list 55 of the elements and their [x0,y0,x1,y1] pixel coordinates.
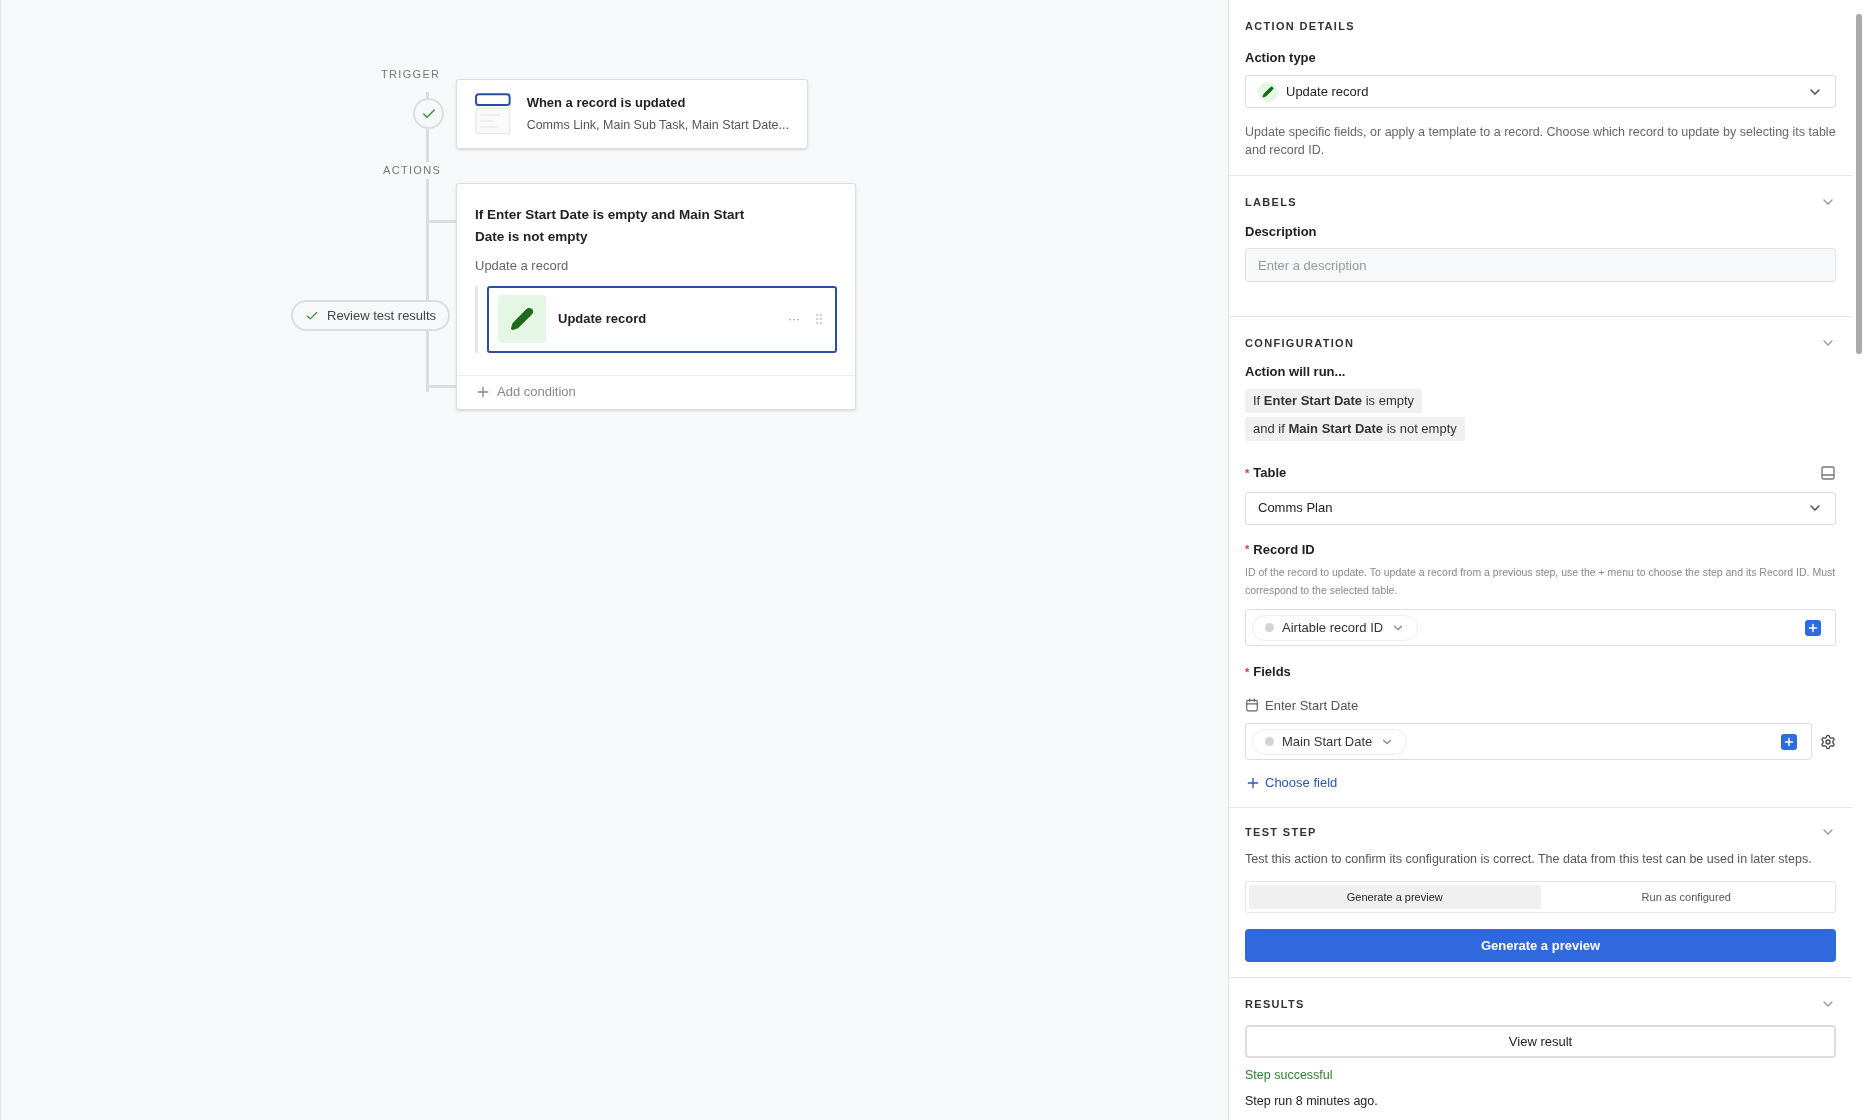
review-test-results-button[interactable]: Review test results [291,300,451,331]
table-select[interactable]: Comms Plan [1245,491,1836,525]
generate-preview-button[interactable]: Generate a preview [1245,928,1836,962]
pencil-icon [498,295,546,343]
section-heading: CONFIGURATION [1245,336,1355,351]
mode-tab[interactable]: Run as configured [1540,884,1832,909]
trigger-card[interactable]: When a record is updated Comms Link, Main Sub Task, Main Start Date... [456,79,808,149]
trigger-title: When a record is updated [526,93,687,112]
section-heading: TEST STEP [1245,824,1317,840]
field-value-input[interactable]: Main Start Date [1245,723,1812,760]
section-heading: ACTION DETAILS [1245,19,1355,34]
field-name: Enter Start Date [1265,696,1359,715]
expand-icon[interactable] [1820,464,1836,481]
required-mark: * [1245,664,1250,680]
field-label: Table [1253,464,1287,482]
trigger-subtitle: Comms Link, Main Sub Task, Main Start Date... [526,117,789,135]
action-step-label: Update record [558,310,648,329]
pencil-icon [1258,81,1278,102]
view-result-button[interactable]: View result [1245,1025,1836,1059]
test-step-description: Test this action to confirm its configuration is correct. The data from this test can be used in later steps. [1245,851,1813,868]
choose-field-button[interactable]: Choose field [1245,773,1338,793]
action-description: Update specific fields, or apply a template to a record. Choose which record to update by selecting its table and record ID. [1245,124,1836,159]
token-pill[interactable]: Main Start Date [1252,728,1408,755]
condition-title: If Enter Start Date is empty and Main Start Date is not empty [475,206,746,246]
more-button[interactable]: ··· [788,310,800,328]
action-type-select[interactable]: Update record [1245,75,1836,108]
field-label: Description [1245,222,1318,241]
condition-card[interactable]: If Enter Start Date is empty and Main Start Date is not empty Update a record Update record ··· Add condition [456,183,856,410]
mode-tab[interactable]: Generate a preview [1249,884,1541,909]
record-id-field[interactable]: Airtable record ID [1245,609,1836,646]
scrollbar[interactable] [1852,0,1866,1120]
field-label: Record ID [1253,540,1315,559]
calendar-icon [1245,698,1259,713]
field-label: Action type [1245,48,1317,67]
required-mark: * [1245,465,1250,481]
add-button[interactable] [1781,733,1797,750]
settings-icon[interactable] [1820,733,1836,750]
table-icon [475,93,511,135]
condition-chip: and if Main Start Date is not empty [1245,417,1465,441]
token-pill[interactable]: Airtable record ID [1252,614,1419,641]
add-condition-button[interactable]: Add condition [475,382,576,402]
plus-icon [475,384,491,400]
condition-subtitle: Update a record [475,257,570,275]
condition-chip: If Enter Start Date is empty [1245,389,1423,413]
field-label: Fields [1253,663,1291,681]
step-run-time: Step run 8 minutes ago. [1245,1093,1379,1110]
section-heading: LABELS [1245,195,1297,210]
record-id-help: ID of the record to update. To update a record from a previous step, use the + menu to choose the step and its Record ID. Must correspond to the selected table. [1245,565,1836,598]
description-field[interactable]: Enter a description [1245,248,1836,282]
add-button[interactable] [1805,619,1821,636]
required-mark: * [1245,542,1250,557]
run-label: Action will run... [1245,362,1347,381]
step-status: Step successful [1245,1067,1334,1085]
section-heading: RESULTS [1245,996,1305,1012]
action-step-card[interactable]: Update record ··· [487,285,837,353]
